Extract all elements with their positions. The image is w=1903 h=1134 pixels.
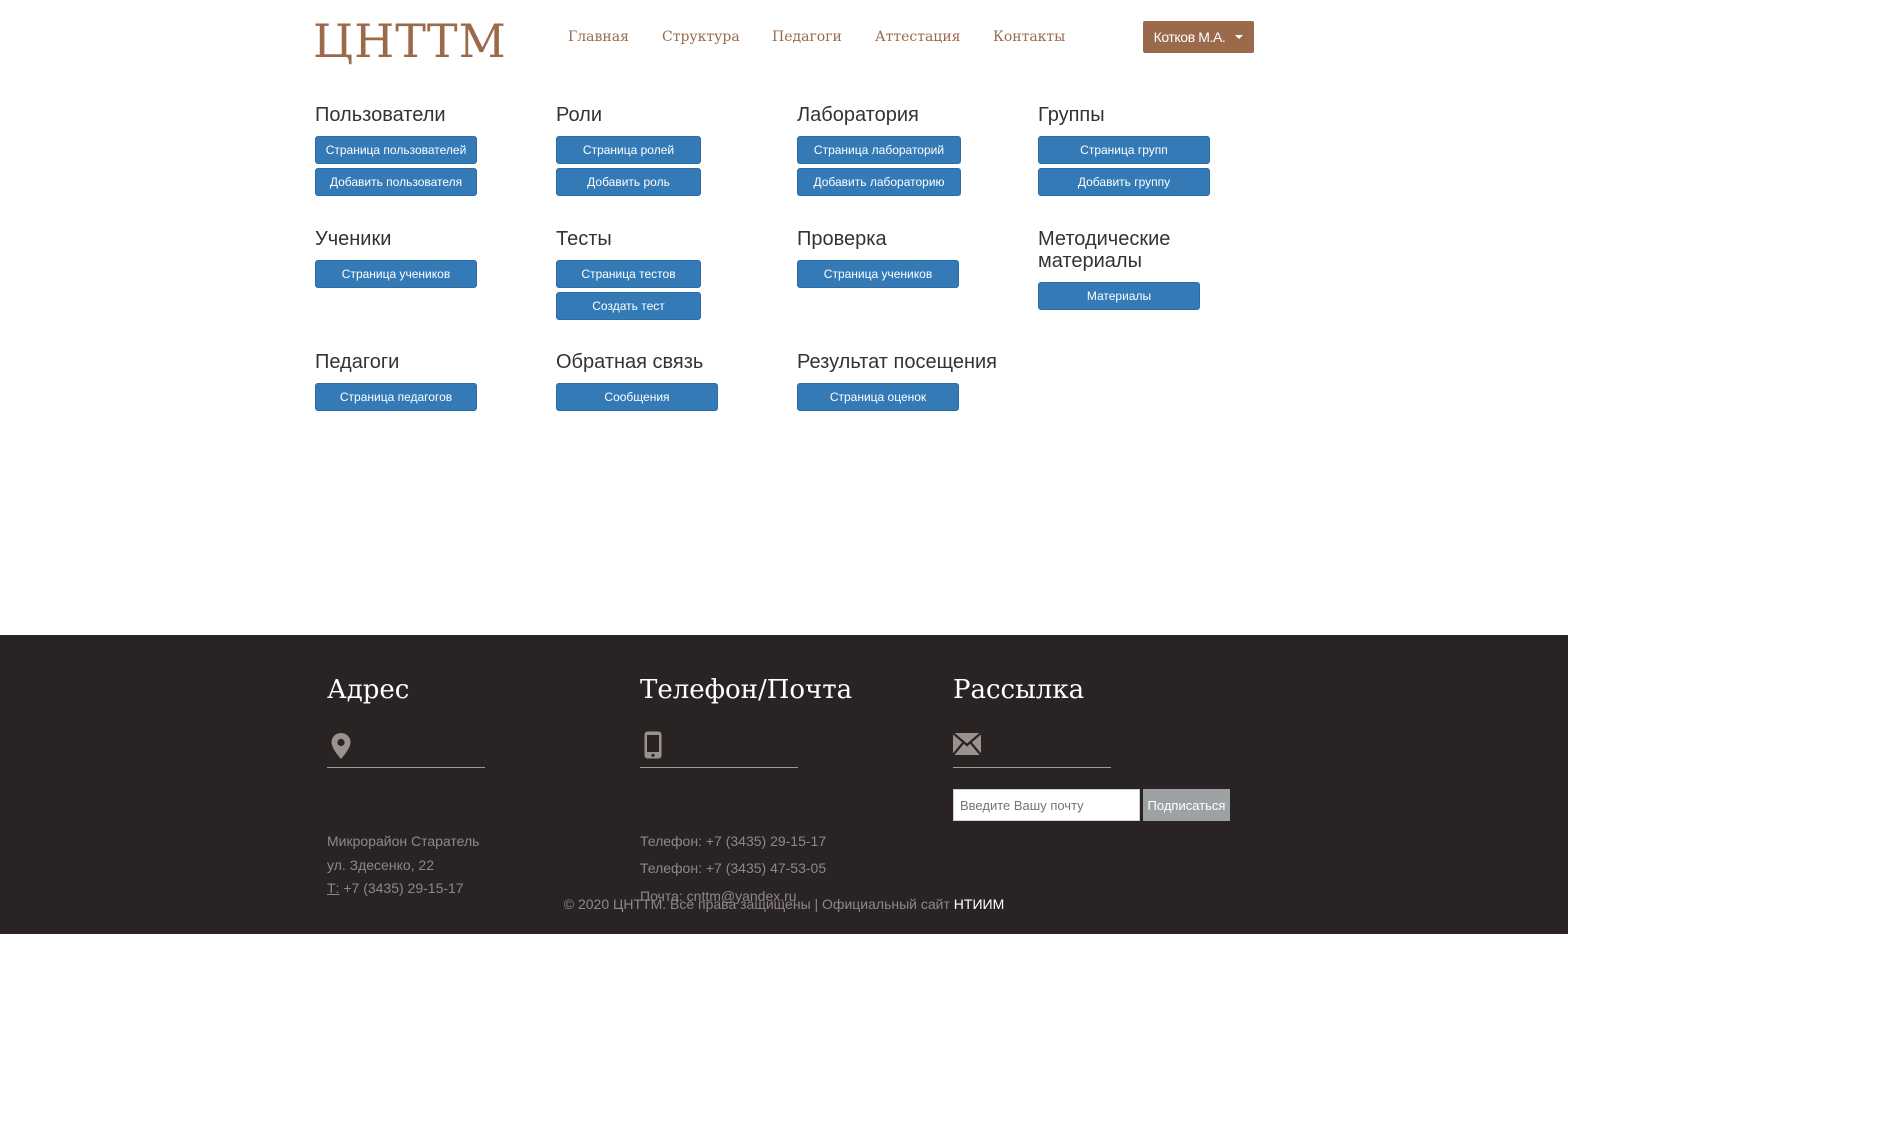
section-students: Ученики Страница учеников <box>315 228 477 292</box>
address-line-2: ул. Здесенко, 22 <box>327 857 434 873</box>
groups-page-button[interactable]: Страница групп <box>1038 136 1210 164</box>
contact-phone-1: Телефон: +7 (3435) 29-15-17 <box>640 833 827 849</box>
divider <box>640 767 798 768</box>
footer-contacts-title: Телефон/Почта <box>640 675 853 705</box>
footer-address-title: Адрес <box>327 675 410 705</box>
envelope-icon <box>953 733 981 755</box>
map-pin-icon <box>331 733 351 759</box>
user-name: Котков М.А. <box>1153 29 1226 45</box>
section-laboratory: Лаборатория Страница лабораторий Добавит… <box>797 104 961 200</box>
create-test-button[interactable]: Создать тест <box>556 292 701 320</box>
section-title: Лаборатория <box>797 104 919 126</box>
footer-newsletter-title: Рассылка <box>953 675 1085 705</box>
materials-button[interactable]: Материалы <box>1038 282 1200 310</box>
section-title: Результат посещения <box>797 351 997 373</box>
add-lab-button[interactable]: Добавить лабораторию <box>797 168 961 196</box>
section-title: Роли <box>556 104 602 126</box>
section-title: Обратная связь <box>556 351 704 373</box>
section-title: Группы <box>1038 104 1105 126</box>
teachers-page-button[interactable]: Страница педагогов <box>315 383 477 411</box>
official-site-link[interactable]: НТИИМ <box>954 896 1004 912</box>
section-tests: Тесты Страница тестов Создать тест <box>556 228 701 324</box>
section-title: Проверка <box>797 228 887 250</box>
add-role-button[interactable]: Добавить роль <box>556 168 701 196</box>
section-roles: Роли Страница ролей Добавить роль <box>556 104 701 200</box>
site-logo[interactable]: ЦНТТМ <box>313 14 507 68</box>
caret-down-icon <box>1235 35 1244 39</box>
divider <box>327 767 485 768</box>
copyright-text: © 2020 ЦНТТМ. Все права защищены | Офици… <box>563 896 950 912</box>
section-users: Пользователи Страница пользователей Доба… <box>315 104 477 200</box>
section-feedback: Обратная связь Сообщения <box>556 351 718 415</box>
nav-home[interactable]: Главная <box>568 29 629 45</box>
address-phone: Т: +7 (3435) 29-15-17 <box>327 880 464 896</box>
nav-structure[interactable]: Структура <box>662 29 740 45</box>
footer-newsletter: Рассылка Подписаться <box>953 675 1230 821</box>
messages-button[interactable]: Сообщения <box>556 383 718 411</box>
site-footer: Адрес Микрорайон Старатель ул. Здесенко,… <box>0 635 1568 934</box>
subscribe-button[interactable]: Подписаться <box>1143 789 1230 821</box>
footer-address: Адрес Микрорайон Старатель ул. Здесенко,… <box>327 675 485 896</box>
section-teachers: Педагоги Страница педагогов <box>315 351 477 415</box>
review-students-button[interactable]: Страница учеников <box>797 260 959 288</box>
section-methodical-materials: Методические материалы Материалы <box>1038 228 1238 314</box>
divider <box>953 767 1111 768</box>
address-line-1: Микрорайон Старатель <box>327 833 480 849</box>
contact-phone-2: Телефон: +7 (3435) 47-53-05 <box>640 860 827 876</box>
labs-page-button[interactable]: Страница лабораторий <box>797 136 961 164</box>
nav-attestation[interactable]: Аттестация <box>875 29 960 45</box>
section-attendance-result: Результат посещения Страница оценок <box>797 351 997 415</box>
section-groups: Группы Страница групп Добавить группу <box>1038 104 1210 200</box>
roles-page-button[interactable]: Страница ролей <box>556 136 701 164</box>
nav-contacts[interactable]: Контакты <box>993 29 1065 45</box>
phone-number: +7 (3435) 29-15-17 <box>343 880 464 896</box>
section-title: Пользователи <box>315 104 446 126</box>
section-title: Ученики <box>315 228 392 250</box>
newsletter-email-input[interactable] <box>953 789 1140 821</box>
section-title: Педагоги <box>315 351 400 373</box>
phone-prefix: Т: <box>327 880 340 896</box>
section-review: Проверка Страница учеников <box>797 228 959 292</box>
footer-contacts: Телефон/Почта Телефон: +7 (3435) 29-15-1… <box>640 675 853 904</box>
users-page-button[interactable]: Страница пользователей <box>315 136 477 164</box>
grades-page-button[interactable]: Страница оценок <box>797 383 959 411</box>
nav-teachers[interactable]: Педагоги <box>772 29 842 45</box>
section-title: Методические материалы <box>1038 228 1171 272</box>
students-page-button[interactable]: Страница учеников <box>315 260 477 288</box>
tests-page-button[interactable]: Страница тестов <box>556 260 701 288</box>
add-user-button[interactable]: Добавить пользователя <box>315 168 477 196</box>
add-group-button[interactable]: Добавить группу <box>1038 168 1210 196</box>
phone-icon <box>644 731 662 759</box>
copyright: © 2020 ЦНТТМ. Все права защищены | Офици… <box>0 896 1568 912</box>
section-title: Тесты <box>556 228 612 250</box>
user-menu-button[interactable]: Котков М.А. <box>1143 21 1254 53</box>
